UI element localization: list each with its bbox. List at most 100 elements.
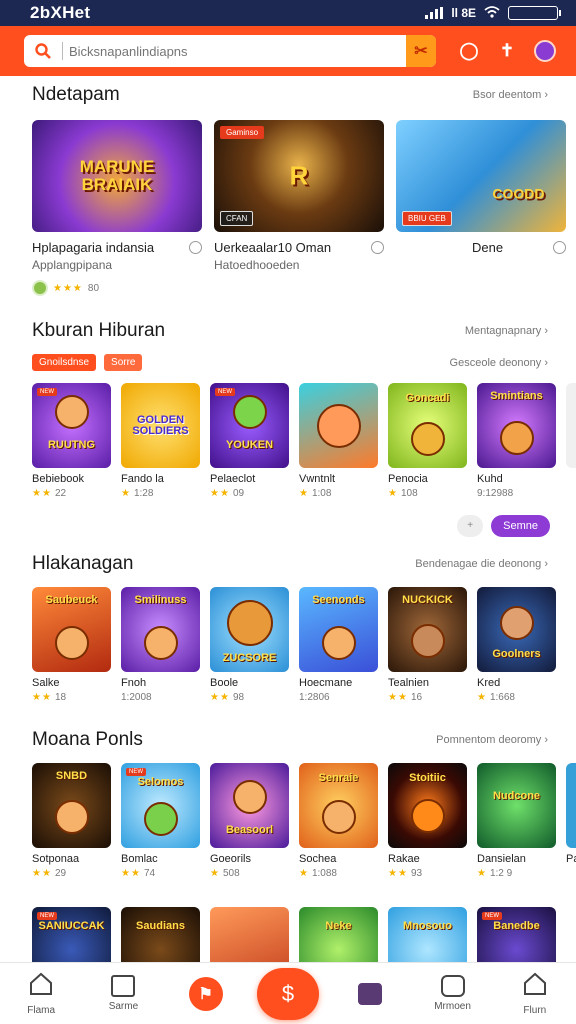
chips-link[interactable]: Gesceole deonony › [450, 357, 548, 369]
see-all-link[interactable]: Bendenagae die deonong › [415, 558, 548, 570]
filter-chip[interactable]: Sorre [104, 354, 143, 371]
search-icon[interactable] [24, 35, 62, 67]
notification-icon[interactable]: ◯ [458, 40, 480, 62]
game-tile[interactable]: Saubeuck Salke ★★ 18 [32, 587, 111, 703]
game-image[interactable]: Mnosouo [388, 907, 467, 962]
game-image[interactable]: NEW Banedbe [477, 907, 556, 962]
game-tile[interactable]: Nudcone Dansielan ★ 1:2 9 [477, 763, 556, 879]
game-tile[interactable]: Neke [299, 907, 378, 962]
prev-button[interactable]: + [457, 515, 484, 537]
game-image[interactable]: Goncadi [388, 383, 467, 468]
game-image[interactable]: NEW SANIUCCAK [32, 907, 111, 962]
game-image[interactable]: Beasoorl [210, 763, 289, 848]
game-tile[interactable]: NUCKICK Tealnien ★★ 16 [388, 587, 467, 703]
featured-image[interactable]: MARUNE BRAIAIK [32, 120, 202, 232]
featured-title-row: Hplapagaria indansia [32, 240, 202, 255]
game-image[interactable]: Saudians [121, 907, 200, 962]
game-image[interactable]: Smintians [477, 383, 556, 468]
game-image[interactable]: Senraie [299, 763, 378, 848]
see-all-link[interactable]: Bsor deentom › [473, 89, 548, 101]
game-image[interactable] [210, 907, 289, 962]
game-image[interactable] [299, 383, 378, 468]
game-image[interactable]: ZUCSORE [210, 587, 289, 672]
game-tile[interactable]: GOLDEN SOLDIERS Fando la ★ 1:28 [121, 383, 200, 499]
star-icon: ★★★ [53, 282, 83, 294]
see-all-link[interactable]: Pomnentom deoromy › [436, 734, 548, 746]
game-tile[interactable]: ZUCSORE Boole ★★ 98 [210, 587, 289, 703]
more-button[interactable]: Semne [491, 515, 550, 537]
game-tile[interactable]: Smintians Kuhd 9:12988 [477, 383, 556, 499]
game-tile[interactable]: Goolners Kred ★ 1:668 [477, 587, 556, 703]
game-image[interactable]: Nudcone [477, 763, 556, 848]
game-image[interactable]: NEW YOUKEN [210, 383, 289, 468]
game-tile[interactable]: Goncadi Penocia ★ 108 [388, 383, 467, 499]
game-tile[interactable]: Pan [566, 763, 576, 879]
nav-profile[interactable]: Flurn [503, 972, 567, 1016]
game-tile[interactable] [566, 383, 576, 499]
featured-card[interactable]: MARUNE BRAIAIK Hplapagaria indansia Appl… [32, 120, 202, 272]
game-tile[interactable]: NEW SANIUCCAK [32, 907, 111, 962]
scan-icon[interactable]: ✂ [406, 35, 436, 67]
game-art-text: Smilinuss [134, 594, 187, 606]
featured-image[interactable]: COODD BBIU GEB [396, 120, 566, 232]
nav-flag[interactable]: ⚑ [174, 976, 238, 1011]
game-tile[interactable]: Smilinuss Fnoh 1:2008 [121, 587, 200, 703]
chat-icon[interactable] [189, 241, 202, 254]
featured-image[interactable]: Gaminso R CFAN [214, 120, 384, 232]
game-image[interactable]: Stoitiic [388, 763, 467, 848]
main-content[interactable]: Ndetapam Bsor deentom › MARUNE BRAIAIK H… [0, 76, 576, 962]
featured-art-text: R [289, 160, 309, 191]
game-tile[interactable]: Mnosouo [388, 907, 467, 962]
search-bar[interactable]: ✂ [24, 35, 436, 67]
game-image[interactable]: SNBD [32, 763, 111, 848]
filter-chip[interactable]: Gnoilsdnse [32, 354, 97, 371]
featured-tag: CFAN [220, 211, 254, 226]
game-tile[interactable]: Saudians [121, 907, 200, 962]
game-tile[interactable] [210, 907, 289, 962]
nav-games[interactable]: Sarme [91, 975, 155, 1012]
game-name: Kuhd [477, 473, 503, 485]
game-tile[interactable]: NEW RUUTNG Bebiebook ★★ 22 [32, 383, 111, 499]
game-tile[interactable]: NEW Banedbe [477, 907, 556, 962]
game-image[interactable] [566, 383, 576, 468]
game-tile[interactable]: Vwntnlt ★ 1:08 [299, 383, 378, 499]
game-image[interactable]: Seenonds [299, 587, 378, 672]
game-art-text: Stoitiic [409, 772, 446, 784]
new-badge: NEW [482, 912, 502, 920]
nav-home[interactable]: Flama [9, 972, 73, 1016]
game-image[interactable]: Smilinuss [121, 587, 200, 672]
star-icon: ★ [299, 868, 309, 879]
game-tile[interactable]: Senraie Sochea ★ 1:088 [299, 763, 378, 879]
game-tile[interactable]: Seenonds Hoecmane 1:2806 [299, 587, 378, 703]
game-tile[interactable]: NEW Selomos Bomlac ★★ 74 [121, 763, 200, 879]
game-tile[interactable]: Stoitiic Rakae ★★ 93 [388, 763, 467, 879]
game-tile[interactable]: NEW YOUKEN Pelaeclot ★★ 09 [210, 383, 289, 499]
nav-center[interactable]: $ [256, 967, 320, 1020]
game-rating: ★ 508 [210, 868, 289, 879]
game-image[interactable]: NUCKICK [388, 587, 467, 672]
nav-camera[interactable]: Mrmoen [421, 975, 485, 1012]
game-rating: ★★ 74 [121, 868, 200, 879]
settings-icon[interactable]: ✝ [496, 40, 518, 62]
featured-card[interactable]: COODD BBIU GEB Dene [396, 120, 566, 272]
game-image[interactable]: NEW RUUTNG [32, 383, 111, 468]
character-icon [321, 800, 356, 835]
game-image[interactable]: GOLDEN SOLDIERS [121, 383, 200, 468]
filter-chips: Gnoilsdnse Sorre Gesceole deonony › [0, 354, 576, 371]
chat-icon[interactable] [553, 241, 566, 254]
game-image[interactable]: Neke [299, 907, 378, 962]
nav-mail[interactable] [338, 982, 402, 1005]
see-all-link[interactable]: Mentagnapnary › [465, 325, 548, 337]
game-tile[interactable]: SNBD Sotponaa ★★ 29 [32, 763, 111, 879]
featured-card[interactable]: Gaminso R CFAN Uerkeaalar10 Oman Hatoedh… [214, 120, 384, 272]
game-image[interactable]: Goolners [477, 587, 556, 672]
game-image[interactable]: Saubeuck [32, 587, 111, 672]
game-image[interactable]: NEW Selomos [121, 763, 200, 848]
chat-icon[interactable] [371, 241, 384, 254]
game-tile[interactable]: Beasoorl Goeorils ★ 508 [210, 763, 289, 879]
rating-value: 1:088 [311, 868, 337, 879]
search-input[interactable] [69, 35, 406, 67]
game-rating: ★★ 29 [32, 868, 111, 879]
game-image[interactable] [566, 763, 576, 848]
avatar[interactable] [534, 40, 556, 62]
